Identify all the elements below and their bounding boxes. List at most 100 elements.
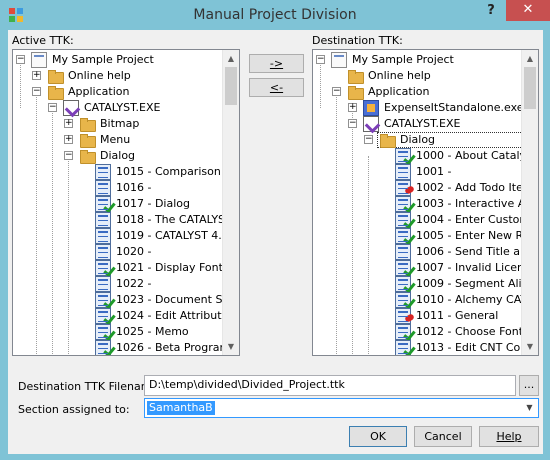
folder-icon [47,84,64,100]
dialog-icon [95,212,111,228]
expand-icon[interactable]: + [64,119,73,128]
tree-item-1019[interactable]: 1019 - CATALYST 4.0 U [13,228,222,244]
tree-item-label: 1016 - [116,181,152,194]
tree-item-dialog[interactable]: − Dialog [313,132,521,148]
collapse-icon[interactable]: − [332,87,341,96]
tree-item-1007[interactable]: 1007 - Invalid License [313,260,521,276]
tree-item-label: 1003 - Interactive Amper [416,197,521,210]
tree-item-catalyst-exe[interactable]: − CATALYST.EXE [13,100,222,116]
destination-tree-scrollbar[interactable]: ▲ ▼ [521,50,538,355]
tree-item-menu[interactable]: + Menu [13,132,222,148]
tree-item-1020[interactable]: 1020 - [13,244,222,260]
folder-icon [79,148,96,164]
scroll-thumb[interactable] [225,67,237,105]
tree-item-label: 1024 - Edit Attributes [116,309,222,322]
tree-item-application[interactable]: − Application [313,84,521,100]
dialog-icon [95,292,111,308]
error-mark-icon [405,185,415,195]
tree-item-1016[interactable]: 1016 - [13,180,222,196]
tree-item-1009[interactable]: 1009 - Segment Alignme [313,276,521,292]
cancel-button[interactable]: Cancel [414,426,472,447]
checkmark-icon [105,345,115,355]
tree-item-1005[interactable]: 1005 - Enter New Rule Na [313,228,521,244]
tree-item-online-help[interactable]: Online help [313,68,521,84]
destination-ttk-label: Destination TTK: [312,34,403,47]
tree-root-project[interactable]: − My Sample Project [313,52,521,68]
move-right-button[interactable]: -> [249,54,304,73]
collapse-icon[interactable]: − [316,55,325,64]
collapse-icon[interactable]: − [32,87,41,96]
tree-item-1000[interactable]: 1000 - About Catalyst [313,148,521,164]
tree-item-1022[interactable]: 1022 - [13,276,222,292]
section-select[interactable]: SamanthaB ▼ [144,398,539,418]
tree-item-1023[interactable]: 1023 - Document Selectio [13,292,222,308]
active-tree-scrollbar[interactable]: ▲ ▼ [222,50,239,355]
move-left-button[interactable]: <- [249,78,304,97]
dialog-icon [95,164,111,180]
tree-item-1018[interactable]: 1018 - The CATALYST Bu [13,212,222,228]
dialog-icon [395,244,411,260]
section-label: Section assigned to: [18,403,130,416]
tree-item-online-help[interactable]: + Online help [13,68,222,84]
tree-item-1013[interactable]: 1013 - Edit CNT Contents [313,340,521,355]
title-help-button[interactable]: ? [480,2,502,22]
tree-item-1001[interactable]: 1001 - [313,164,521,180]
tree-item-1003[interactable]: 1003 - Interactive Amper [313,196,521,212]
tree-item-1004[interactable]: 1004 - Enter Custom Edit [313,212,521,228]
tree-item-catalyst-exe[interactable]: − CATALYST.EXE [313,116,521,132]
scroll-thumb[interactable] [524,67,536,109]
filename-input[interactable]: D:\temp\divided\Divided_Project.ttk [144,375,516,396]
tree-item-1024[interactable]: 1024 - Edit Attributes [13,308,222,324]
checkmark-icon [105,313,115,323]
title-bar: Manual Project Division ? ✕ [0,0,550,30]
tree-item-dialog[interactable]: − Dialog [13,148,222,164]
scroll-down-arrow-icon[interactable]: ▼ [223,338,239,355]
active-ttk-tree[interactable]: − My Sample Project + Online help − Applicati… [12,49,240,356]
tree-item-label: Dialog [400,133,436,146]
checkmark-icon [105,265,115,275]
tree-item-1015[interactable]: 1015 - Comparison [13,164,222,180]
application-icon [363,100,379,116]
tree-item-1025[interactable]: 1025 - Memo [13,324,222,340]
ok-button[interactable]: OK [349,426,407,447]
collapse-icon[interactable]: − [64,151,73,160]
tree-root-project[interactable]: − My Sample Project [13,52,222,68]
expand-icon[interactable]: + [64,135,73,144]
tree-item-1026[interactable]: 1026 - Beta Program - En [13,340,222,355]
tree-item-1017[interactable]: 1017 - Dialog [13,196,222,212]
collapse-icon[interactable]: − [348,119,357,128]
checkmark-icon [405,281,415,291]
dialog-icon [95,324,111,340]
tree-item-1006[interactable]: 1006 - Send Title and Tex [313,244,521,260]
collapse-icon[interactable]: − [364,135,373,144]
tree-item-label: 1020 - [116,245,152,258]
tree-item-label: Dialog [100,149,136,162]
tree-item-1011[interactable]: 1011 - General [313,308,521,324]
folder-icon [79,132,96,148]
expand-icon[interactable]: + [348,103,357,112]
collapse-icon[interactable]: − [16,55,25,64]
scroll-up-arrow-icon[interactable]: ▲ [223,50,239,67]
chevron-down-icon[interactable]: ▼ [521,399,538,417]
tree-item-1012[interactable]: 1012 - Choose Font [313,324,521,340]
dialog-icon [95,340,111,355]
tree-item-expenseit-exe[interactable]: + ExpenseItStandalone.exe [313,100,521,116]
help-button[interactable]: Help [479,426,539,447]
dialog-icon [395,212,411,228]
scroll-down-arrow-icon[interactable]: ▼ [522,338,538,355]
tree-item-bitmap[interactable]: + Bitmap [13,116,222,132]
tree-item-label: Menu [100,133,131,146]
collapse-icon[interactable]: − [48,103,57,112]
tree-item-1002[interactable]: 1002 - Add Todo Item [313,180,521,196]
scroll-up-arrow-icon[interactable]: ▲ [522,50,538,67]
tree-item-1021[interactable]: 1021 - Display Fonts [13,260,222,276]
tree-item-1010[interactable]: 1010 - Alchemy CATALY [313,292,521,308]
destination-ttk-tree[interactable]: − My Sample Project Online help − Applicatio… [312,49,539,356]
close-button[interactable]: ✕ [506,0,550,21]
dialog-window: Manual Project Division ? ✕ Active TTK: … [0,0,550,460]
expand-icon[interactable]: + [32,71,41,80]
tree-item-application[interactable]: − Application [13,84,222,100]
tree-item-label: Application [368,85,430,98]
destination-tree-content: − My Sample Project Online help − Applicatio… [313,50,521,355]
browse-button[interactable]: ... [519,375,539,396]
